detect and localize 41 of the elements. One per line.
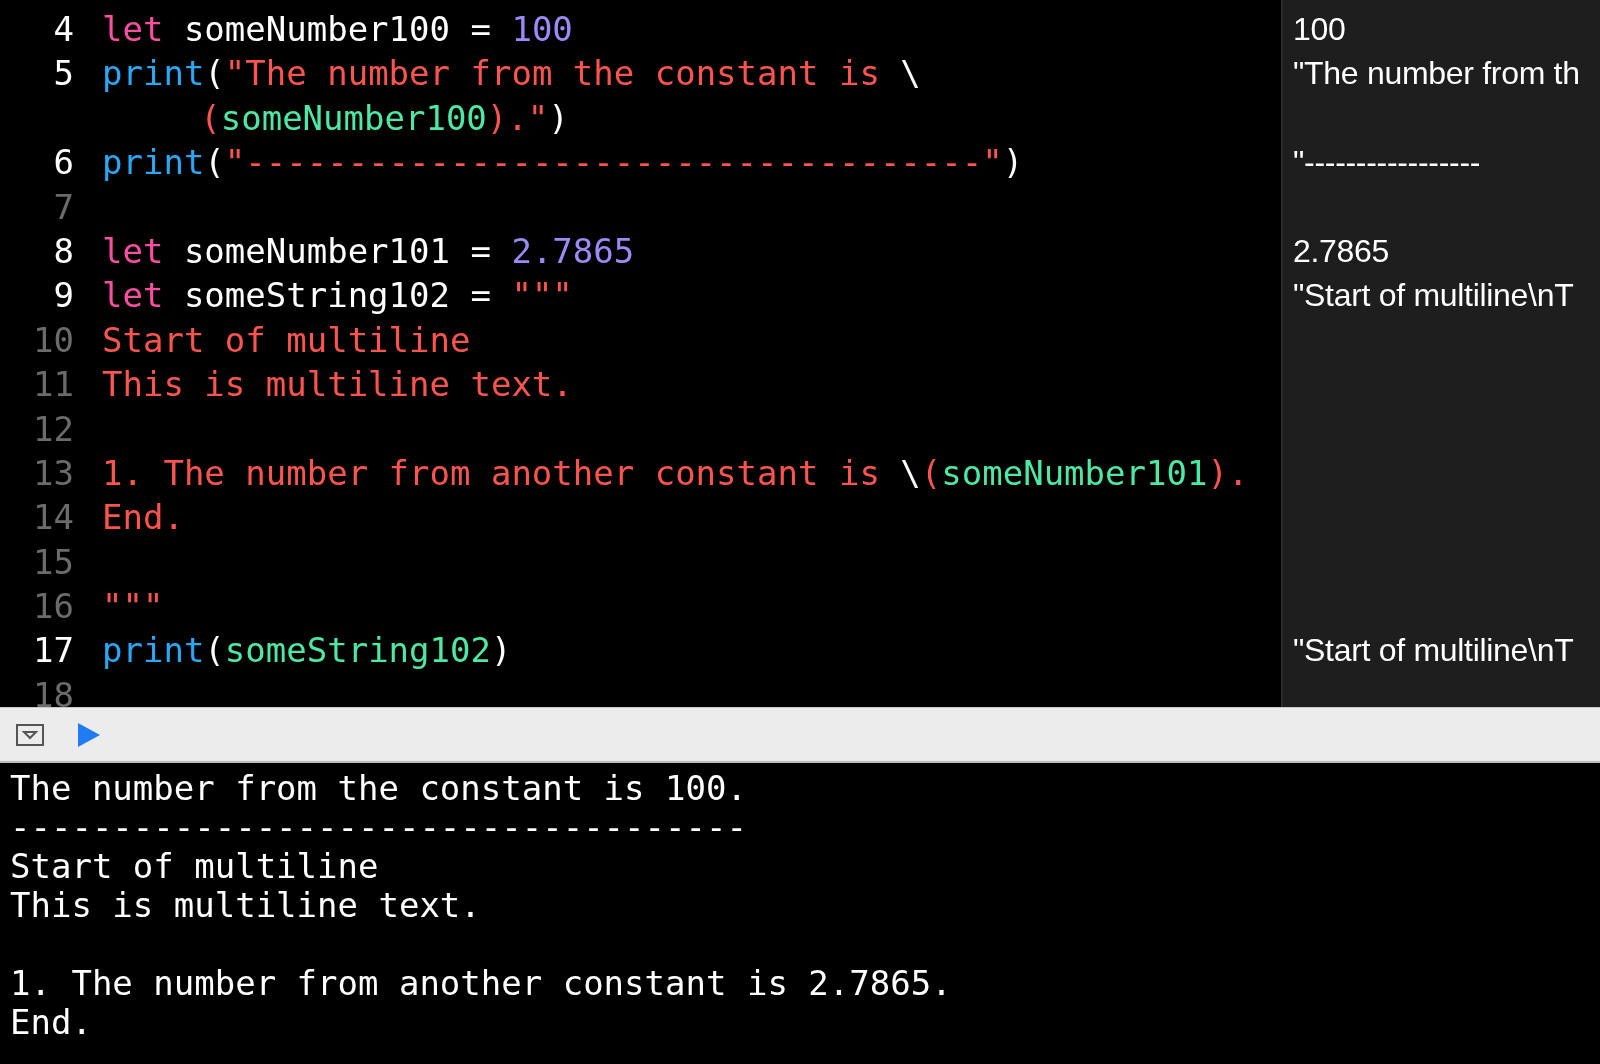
hide-panel-icon[interactable] (16, 723, 44, 746)
line-number: 8 (52, 229, 74, 273)
code-line: This is multiline text. (102, 364, 573, 405)
line-number: 7 (52, 185, 74, 229)
line-number: 13 (32, 451, 74, 495)
code-line: """ (102, 586, 164, 627)
line-number: 10 (32, 318, 74, 362)
console-output-line: ------------------------------------ (10, 807, 747, 847)
line-number: 17 (32, 629, 74, 673)
line-number: 16 (32, 585, 74, 629)
console-output-line: The number from the constant is 100. (10, 768, 747, 808)
result-value: "Start of multiline\nT (1293, 632, 1574, 669)
line-number: 18 (32, 673, 74, 707)
code-line: Start of multiline (102, 319, 471, 360)
line-number: 4 (52, 8, 74, 51)
console-output-line: End. (10, 1002, 92, 1042)
result-value: 100 (1293, 11, 1346, 47)
play-icon[interactable] (78, 722, 100, 747)
code-line: print("The number from the constant is \ (102, 53, 921, 94)
result-value: 2.7865 (1293, 232, 1390, 269)
line-number: 15 (32, 540, 74, 584)
line-number: 11 (32, 363, 74, 407)
line-number: 6 (52, 141, 74, 185)
result-value: "The number from th (1293, 55, 1580, 92)
line-number: 5 (52, 52, 74, 96)
code-line: let someNumber101 = 2.7865 (102, 230, 635, 271)
console-output-line: This is multiline text. (10, 885, 481, 925)
console-output-line: 1. The number from another constant is 2.7865. (10, 963, 952, 1003)
line-number: 12 (32, 407, 74, 451)
code-line: print("------------------------------------") (102, 142, 1024, 183)
console-output-line: Start of multiline (10, 846, 379, 886)
line-number: 9 (52, 274, 74, 318)
result-value: "Start of multiline\nT (1293, 277, 1574, 314)
code-line: let someNumber100 = 100 (102, 9, 573, 49)
code-line: 1. The number from another constant is \(someNumber101). (102, 452, 1249, 493)
code-line: End. (102, 497, 184, 538)
result-value: "----------------- (1293, 144, 1481, 181)
code-line: let someString102 = """ (102, 275, 573, 316)
code-line: print(someString102) (102, 630, 512, 671)
line-number: 14 (32, 496, 74, 540)
code-line: (someNumber100).") (200, 97, 569, 138)
